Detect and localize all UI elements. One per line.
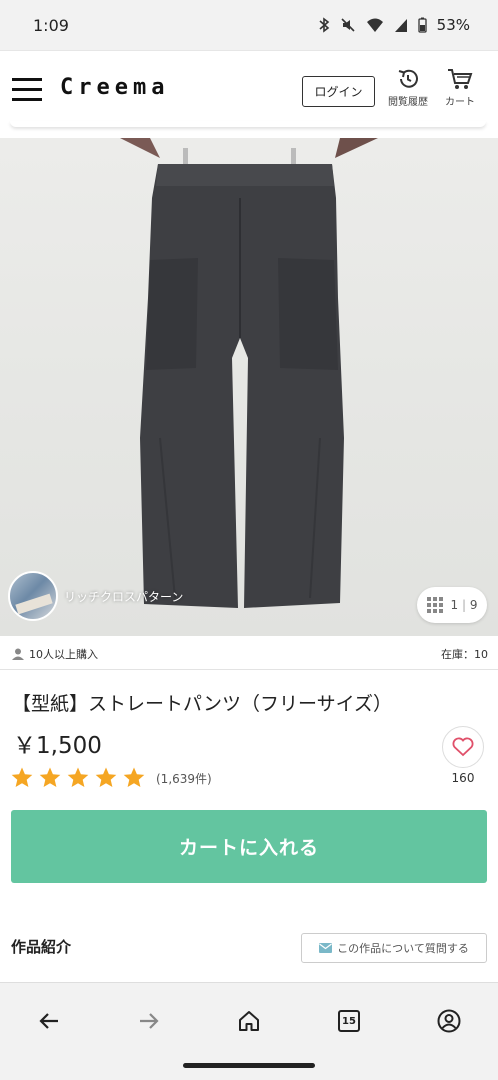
star-icon (11, 767, 33, 787)
stock-info: 在庫：10 (441, 648, 488, 661)
menu-icon[interactable] (12, 78, 42, 102)
forward-arrow-icon (140, 1013, 159, 1029)
add-to-cart-button[interactable]: カートに入れる (11, 810, 487, 883)
tabs-button[interactable]: 15 (331, 1003, 367, 1039)
product-title: 【型紙】ストレートパンツ（フリーサイズ） (12, 693, 393, 715)
favorite-count: 160 (451, 771, 475, 785)
shop-name[interactable]: リッチクロスパターン (64, 588, 183, 605)
shop-badge[interactable]: リッチクロスパターン (8, 571, 183, 621)
app-header: Creema ログイン 閲覧履歴 カート (0, 50, 498, 128)
login-button[interactable]: ログイン (302, 76, 375, 107)
creema-logo[interactable]: Creema (60, 75, 169, 100)
account-button[interactable] (431, 1003, 467, 1039)
star-icon (39, 767, 61, 787)
ask-question-label: この作品について質問する (337, 942, 469, 955)
person-icon (12, 648, 24, 660)
star-icon (95, 767, 117, 787)
home-icon (239, 1011, 259, 1031)
back-button[interactable] (31, 1003, 67, 1039)
cart-button[interactable]: カート (436, 67, 484, 108)
history-button[interactable]: 閲覧履歴 (384, 67, 432, 108)
pants-photo (120, 138, 378, 608)
account-icon (437, 1009, 461, 1033)
tab-count: 15 (338, 1010, 360, 1032)
star-icon (67, 767, 89, 787)
wifi-icon (366, 18, 383, 32)
mail-icon (319, 943, 333, 953)
counter-sep: | (461, 598, 467, 612)
history-icon (398, 69, 418, 88)
image-counter[interactable]: 1 | 9 (417, 587, 487, 623)
battery-icon (418, 17, 427, 33)
cart-label: カート (445, 97, 475, 108)
favorite-button[interactable] (442, 726, 484, 768)
star-icon (123, 767, 145, 787)
status-icons: 53% (318, 16, 470, 34)
signal-icon (394, 19, 407, 32)
cart-icon (448, 69, 473, 89)
product-intro-heading: 作品紹介 (11, 938, 72, 956)
shop-avatar[interactable] (8, 571, 58, 621)
rating[interactable]: (1,639件) (10, 766, 212, 790)
grid-icon (426, 597, 443, 613)
history-label: 閲覧履歴 (388, 97, 428, 108)
status-bar: 1:09 53% (0, 0, 498, 50)
forward-button[interactable] (131, 1003, 167, 1039)
product-image[interactable]: リッチクロスパターン 1 | 9 (0, 138, 498, 636)
heart-icon (452, 737, 474, 757)
mute-icon (341, 18, 355, 32)
bluetooth-icon (319, 17, 329, 33)
product-price: ￥1,500 (13, 733, 102, 759)
counter-current: 1 (450, 598, 459, 612)
product-meta: 10人以上購入 在庫：10 (0, 636, 498, 670)
buyers-count: 10人以上購入 (29, 648, 98, 661)
status-time: 1:09 (33, 15, 69, 35)
gesture-bar[interactable] (183, 1063, 315, 1068)
back-arrow-icon (39, 1013, 58, 1029)
ask-question-button[interactable]: この作品について質問する (301, 933, 487, 963)
review-count[interactable]: (1,639件) (156, 770, 212, 787)
battery-percent: 53% (436, 16, 470, 34)
home-button[interactable] (231, 1003, 267, 1039)
buyers-info: 10人以上購入 (12, 646, 98, 662)
counter-total: 9 (469, 598, 478, 612)
